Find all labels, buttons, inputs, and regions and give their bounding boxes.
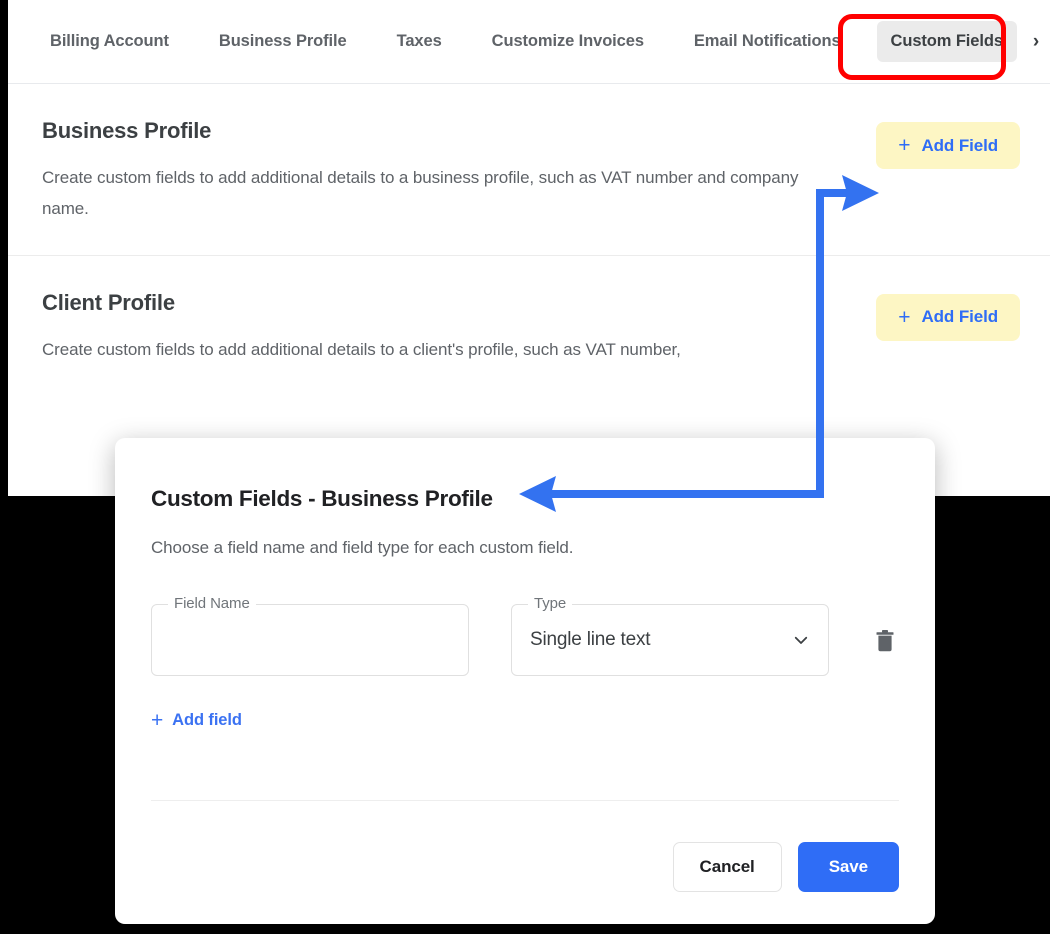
tab-customize-invoices[interactable]: Customize Invoices (478, 21, 658, 62)
modal-title: Custom Fields - Business Profile (151, 486, 493, 511)
add-field-link[interactable]: + Add field (151, 710, 242, 731)
tab-taxes[interactable]: Taxes (383, 21, 456, 62)
modal-subtitle: Choose a field name and field type for e… (151, 538, 574, 557)
settings-tabbar: Billing Account Business Profile Taxes C… (8, 0, 1050, 84)
chevron-down-icon (794, 636, 808, 644)
settings-panel: Billing Account Business Profile Taxes C… (8, 0, 1050, 496)
field-type-label: Type (528, 596, 573, 611)
plus-icon: + (898, 134, 911, 157)
add-field-button-client-profile[interactable]: + Add Field (876, 293, 1020, 341)
custom-fields-modal: Custom Fields - Business Profile Choose … (115, 438, 935, 924)
plus-icon: + (898, 305, 911, 329)
custom-field-row: Field Name Type Single line text (151, 596, 899, 676)
plus-icon: + (151, 709, 164, 732)
section-title-business-profile: Business Profile (42, 118, 212, 143)
section-description-business-profile: Create custom fields to add additional d… (42, 168, 799, 219)
tab-custom-fields[interactable]: Custom Fields (876, 21, 1017, 62)
trash-icon (876, 630, 894, 652)
screenshot-stage: Billing Account Business Profile Taxes C… (0, 0, 1050, 934)
add-field-button-business-profile[interactable]: + Add Field (876, 122, 1020, 169)
section-client-profile: Client Profile Create custom fields to a… (8, 254, 1050, 415)
cancel-button[interactable]: Cancel (672, 842, 782, 892)
tab-email-notifications[interactable]: Email Notifications (680, 21, 855, 62)
delete-field-button[interactable] (871, 626, 899, 656)
add-field-button-label: Add Field (921, 307, 998, 327)
section-description-client-profile: Create custom fields to add additional d… (42, 339, 681, 359)
add-field-link-label: Add field (172, 711, 242, 729)
modal-divider (151, 800, 899, 801)
save-button[interactable]: Save (797, 842, 899, 892)
tab-business-profile[interactable]: Business Profile (205, 21, 361, 62)
field-type-value: Single line text (530, 629, 651, 650)
field-name-label: Field Name (168, 596, 256, 611)
chevron-right-icon[interactable]: › (1033, 32, 1039, 51)
tab-billing-account[interactable]: Billing Account (36, 21, 183, 62)
field-name-input[interactable]: Field Name (151, 596, 469, 676)
section-business-profile: Business Profile Create custom fields to… (8, 84, 1050, 255)
section-title-client-profile: Client Profile (42, 289, 175, 315)
add-field-button-label: Add Field (921, 135, 998, 155)
field-type-select[interactable]: Type Single line text (511, 596, 829, 676)
modal-actions: Cancel Save (672, 842, 899, 892)
